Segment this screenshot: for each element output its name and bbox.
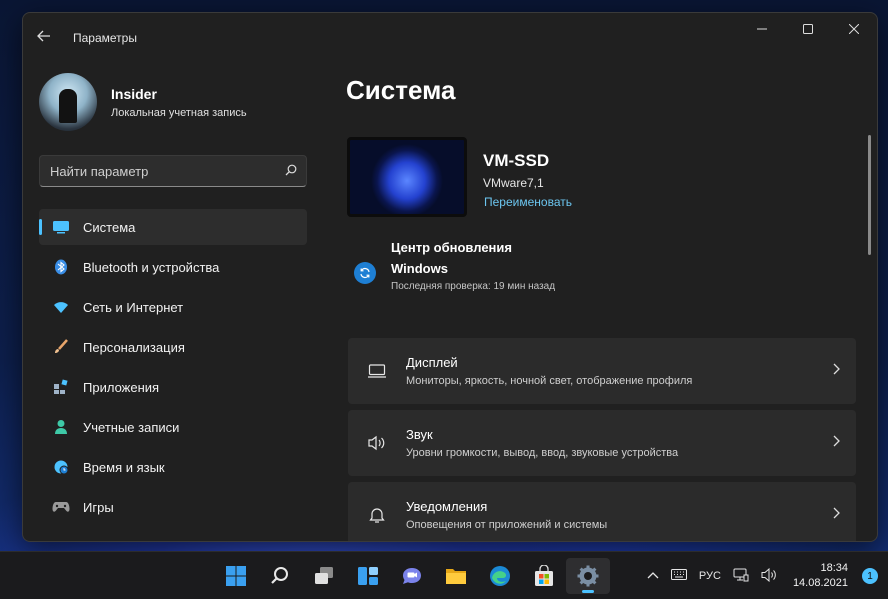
title-bar: Параметры [23, 13, 877, 53]
bell-icon [348, 506, 406, 524]
sync-icon [354, 262, 376, 284]
profile-name: Insider [111, 85, 157, 102]
device-wallpaper-thumbnail [347, 137, 467, 217]
card-subtitle: Уровни громкости, вывод, ввод, звуковые … [406, 447, 679, 459]
card-subtitle: Мониторы, яркость, ночной свет, отображе… [406, 375, 693, 387]
start-icon[interactable] [214, 558, 258, 594]
sidebar-item-gaming[interactable]: Игры [39, 489, 307, 525]
person-icon [51, 417, 71, 437]
gamepad-icon [51, 497, 71, 517]
sidebar-item-system[interactable]: Система [39, 209, 307, 245]
task-view-icon[interactable] [302, 558, 346, 594]
card-title: Звук [406, 427, 433, 442]
card-title: Уведомления [406, 499, 488, 514]
globe-clock-icon [51, 457, 71, 477]
teams-chat-icon[interactable] [390, 558, 434, 594]
clock-time: 18:34 [820, 562, 848, 574]
widgets-icon[interactable] [346, 558, 390, 594]
file-explorer-icon[interactable] [434, 558, 478, 594]
card-subtitle: Оповещения от приложений и системы [406, 519, 608, 531]
chevron-right-icon [816, 434, 856, 452]
user-profile[interactable]: Insider Локальная учетная запись [39, 73, 247, 131]
sidebar-item-network[interactable]: Сеть и Интернет [39, 289, 307, 325]
settings-cards: Дисплей Мониторы, яркость, ночной свет, … [348, 338, 856, 541]
monitor-icon [51, 217, 71, 237]
minimize-icon [757, 28, 767, 30]
store-icon[interactable] [522, 558, 566, 594]
device-name: VM-SSD [483, 151, 550, 170]
taskbar: РУС 18:34 14.08.2021 1 [0, 551, 888, 599]
card-notifications[interactable]: Уведомления Оповещения от приложений и с… [348, 482, 856, 541]
windows-update-link[interactable]: Центр обновления Windows [391, 237, 531, 279]
card-title: Дисплей [406, 355, 458, 370]
chevron-up-icon[interactable] [647, 570, 659, 582]
maximize-button[interactable] [785, 13, 831, 45]
sidebar-item-personalization[interactable]: Персонализация [39, 329, 307, 365]
scrollbar[interactable] [868, 135, 871, 255]
chevron-right-icon [816, 506, 856, 524]
update-last-check: Последняя проверка: 19 мин назад [391, 281, 556, 292]
wifi-icon [51, 297, 71, 317]
display-icon [348, 364, 406, 378]
rename-link[interactable]: Переименовать [484, 195, 572, 209]
clock-date: 14.08.2021 [792, 577, 848, 589]
sidebar-item-label: Приложения [83, 379, 160, 395]
search-placeholder: Найти параметр [50, 163, 149, 179]
close-button[interactable] [831, 13, 877, 45]
sidebar-item-label: Время и язык [83, 459, 165, 475]
sidebar-nav: Система Bluetooth и устройства Сеть и Ин… [39, 209, 307, 529]
sidebar-item-label: Сеть и Интернет [83, 299, 184, 315]
back-button[interactable] [37, 29, 53, 43]
device-model: VMware7,1 [483, 176, 544, 190]
page-title: Система [346, 75, 456, 105]
maximize-icon [803, 24, 813, 34]
card-display[interactable]: Дисплей Мониторы, яркость, ночной свет, … [348, 338, 856, 404]
sidebar-item-apps[interactable]: Приложения [39, 369, 307, 405]
sidebar-item-label: Учетные записи [83, 419, 180, 435]
volume-icon[interactable] [761, 567, 777, 585]
profile-account-type: Локальная учетная запись [111, 106, 247, 119]
avatar [39, 73, 97, 131]
search-icon [276, 164, 306, 179]
arrow-left-icon [37, 30, 50, 42]
window-controls [739, 13, 877, 45]
minimize-button[interactable] [739, 13, 785, 45]
language-indicator[interactable]: РУС [699, 570, 721, 582]
edge-icon[interactable] [478, 558, 522, 594]
search-icon[interactable] [258, 558, 302, 594]
app-title: Параметры [73, 31, 137, 45]
speaker-icon [348, 435, 406, 451]
settings-icon[interactable] [566, 558, 610, 594]
sidebar-item-label: Система [83, 219, 136, 235]
sidebar-item-accounts[interactable]: Учетные записи [39, 409, 307, 445]
search-input[interactable]: Найти параметр [39, 155, 307, 187]
notification-badge[interactable]: 1 [862, 568, 878, 584]
apps-icon [51, 377, 71, 397]
taskbar-apps [214, 558, 610, 594]
sidebar-item-label: Игры [83, 499, 114, 515]
sidebar-item-label: Bluetooth и устройства [83, 259, 220, 275]
card-sound[interactable]: Звук Уровни громкости, вывод, ввод, звук… [348, 410, 856, 476]
sidebar-item-time-language[interactable]: Время и язык [39, 449, 307, 485]
bluetooth-icon [51, 257, 71, 277]
chevron-right-icon [816, 362, 856, 380]
clock[interactable]: 18:34 14.08.2021 [793, 561, 848, 591]
brush-icon [51, 337, 71, 357]
close-icon [849, 24, 859, 34]
settings-window: Параметры Insider Локальная учетная запи… [22, 12, 878, 542]
network-icon[interactable] [733, 568, 749, 585]
keyboard-icon[interactable] [670, 569, 687, 583]
sidebar-item-label: Персонализация [83, 339, 185, 355]
system-tray: РУС 18:34 14.08.2021 1 [635, 552, 878, 599]
sidebar-item-bluetooth[interactable]: Bluetooth и устройства [39, 249, 307, 285]
